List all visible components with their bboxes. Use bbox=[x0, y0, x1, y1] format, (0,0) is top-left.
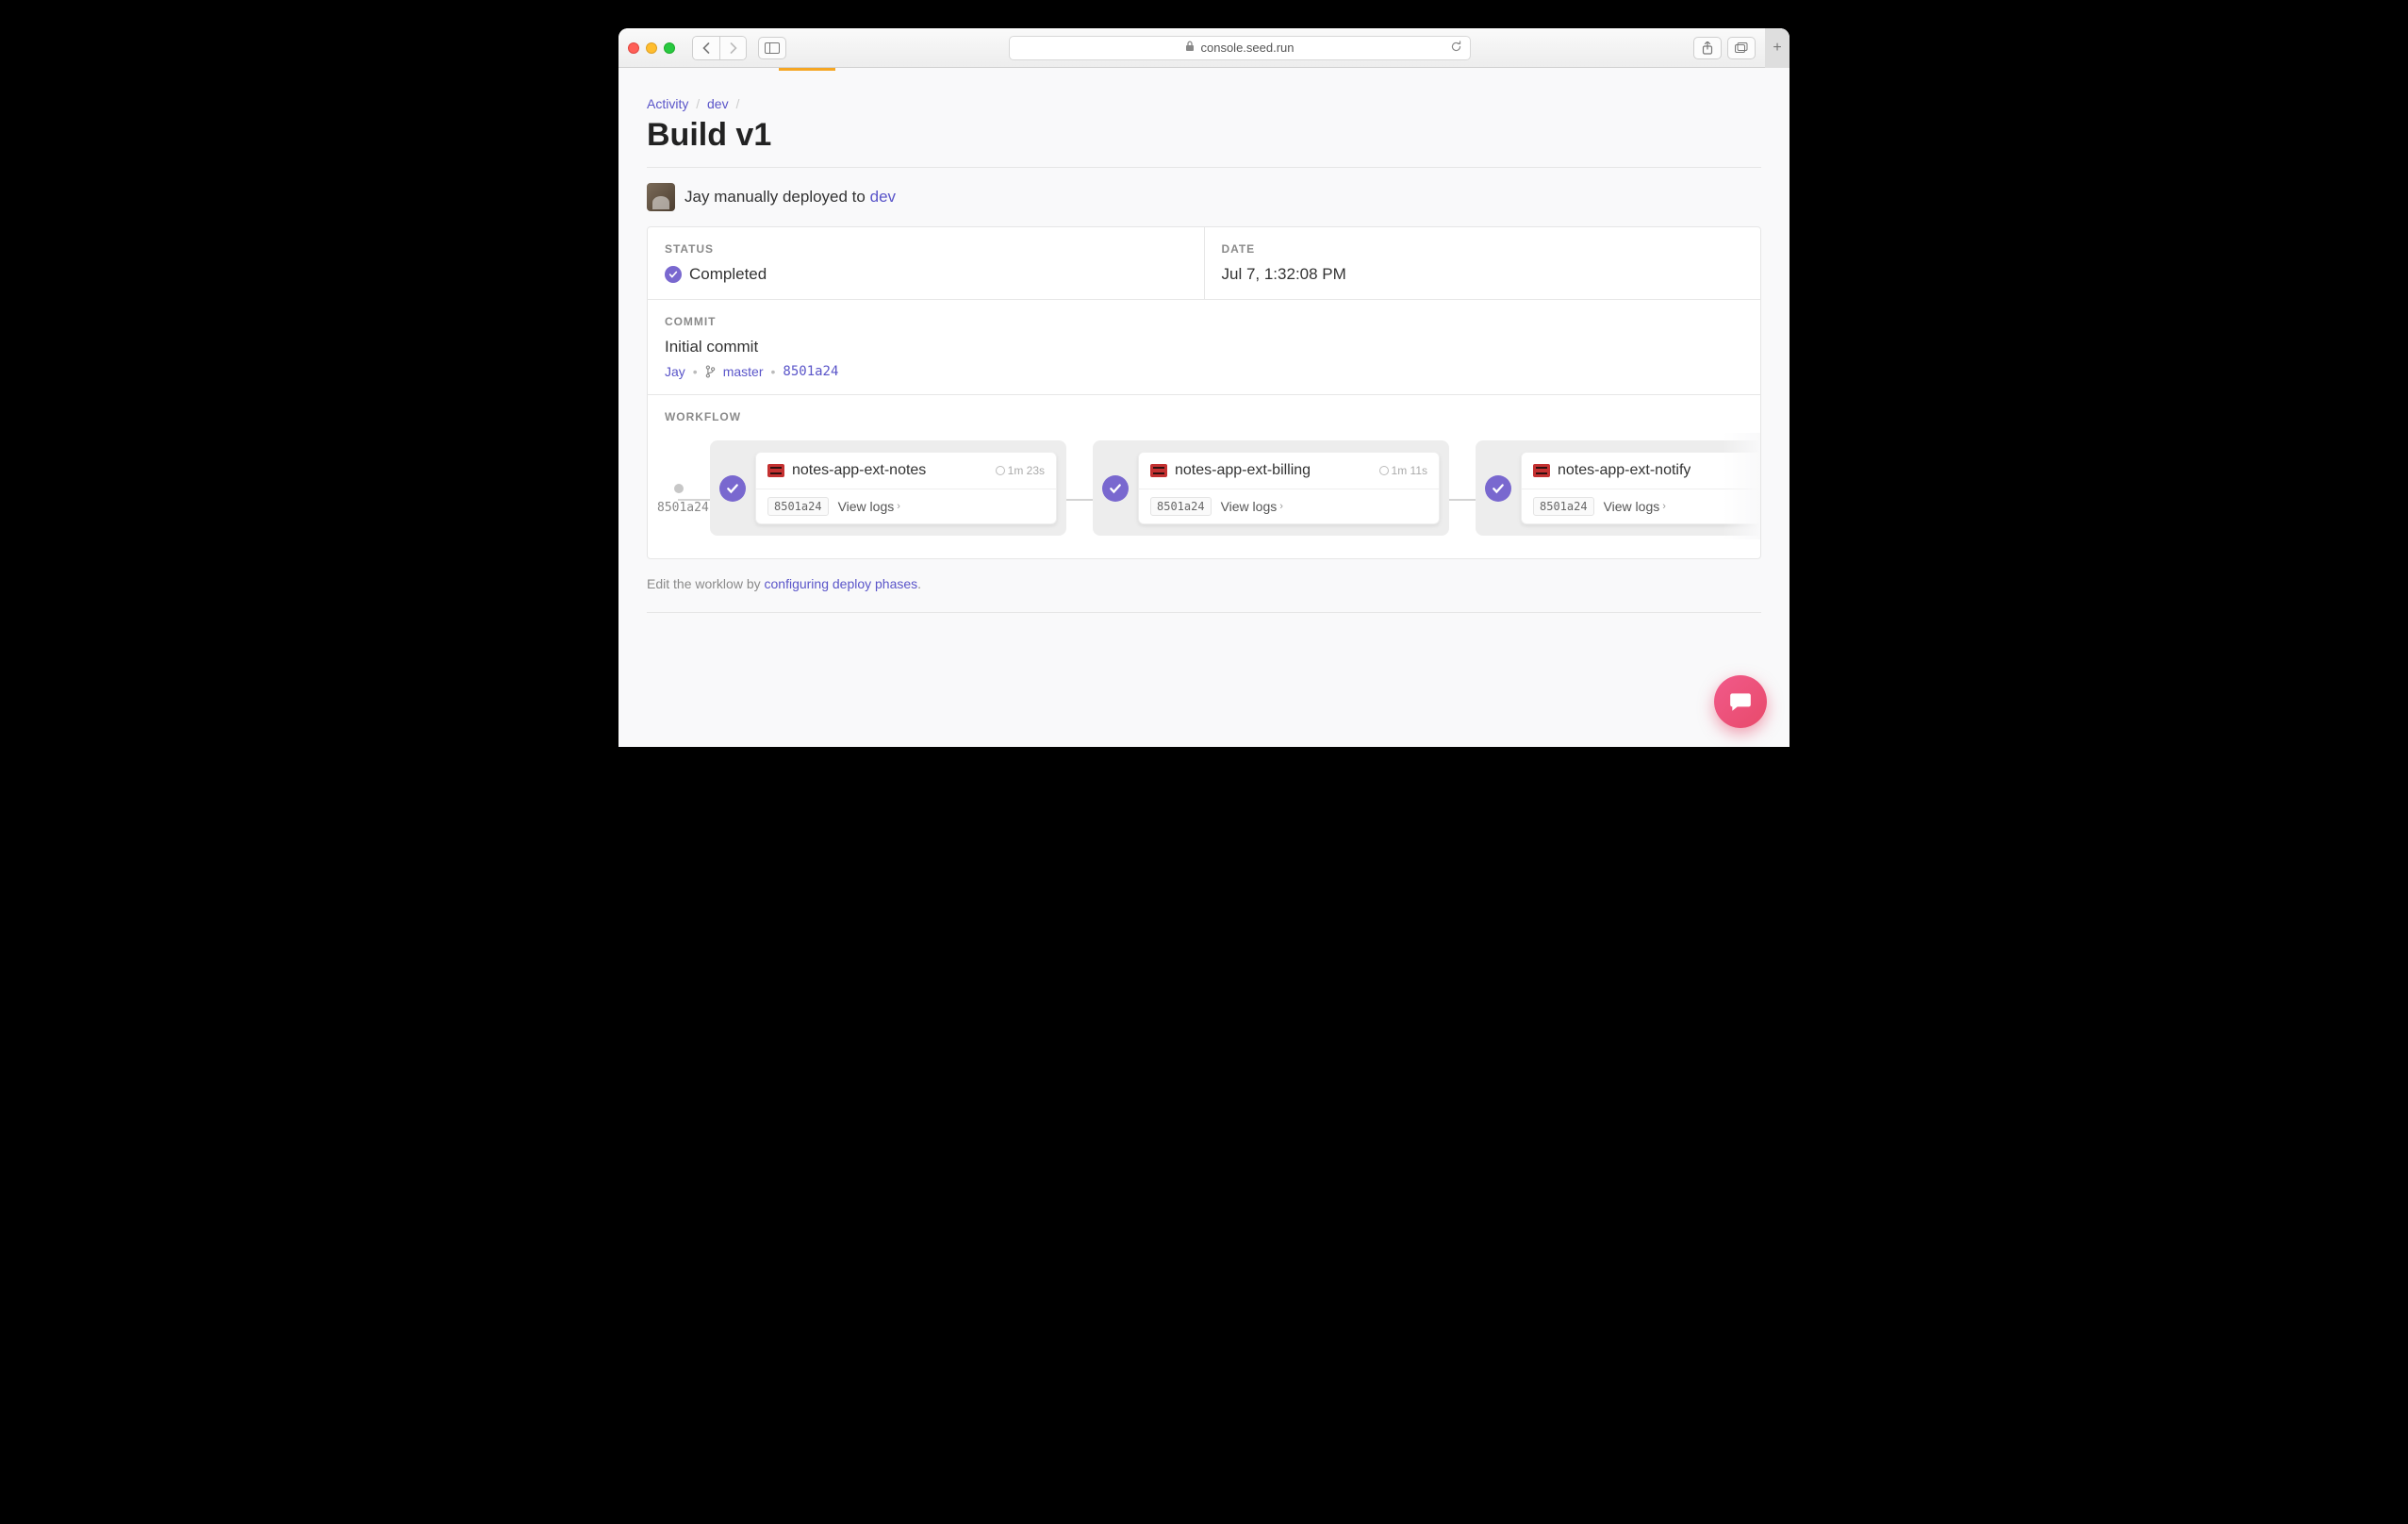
commit-message: Initial commit bbox=[665, 338, 1743, 356]
check-circle-icon bbox=[1485, 475, 1511, 502]
check-circle-icon bbox=[665, 266, 682, 283]
back-button[interactable] bbox=[693, 37, 719, 59]
branch-icon bbox=[705, 365, 716, 378]
commit-section: COMMIT Initial commit Jay • master • 850… bbox=[648, 299, 1760, 394]
configure-phases-link[interactable]: configuring deploy phases bbox=[765, 576, 918, 591]
workflow-card[interactable]: notes-app-ext-notes 1m 23s 8501a24 bbox=[755, 452, 1057, 524]
workflow-hint: Edit the worklow by configuring deploy p… bbox=[647, 576, 1761, 591]
deploy-text: Jay manually deployed to dev bbox=[684, 188, 896, 207]
reload-button[interactable] bbox=[1450, 41, 1462, 56]
status-label: STATUS bbox=[665, 242, 1187, 256]
workflow-start-sha: 8501a24 bbox=[657, 501, 709, 515]
duration: 1m 23s bbox=[996, 464, 1045, 477]
workflow-start-dot bbox=[674, 484, 684, 493]
chevron-right-icon: › bbox=[897, 501, 900, 512]
workflow-step: notes-app-ext-billing 1m 11s 8501a24 bbox=[1093, 440, 1449, 536]
commit-author-link[interactable]: Jay bbox=[665, 364, 685, 379]
url-text: console.seed.run bbox=[1200, 41, 1294, 55]
new-tab-button[interactable]: + bbox=[1765, 28, 1790, 68]
commit-meta: Jay • master • 8501a24 bbox=[665, 364, 1743, 379]
page-title: Build v1 bbox=[647, 117, 1761, 154]
service-name: notes-app-ext-notes bbox=[792, 462, 926, 479]
tabs-button[interactable] bbox=[1727, 37, 1756, 59]
serverless-icon bbox=[1533, 464, 1550, 477]
deploy-target-link[interactable]: dev bbox=[870, 188, 896, 206]
workflow-label: WORKFLOW bbox=[665, 410, 1743, 423]
chevron-right-icon: › bbox=[1279, 501, 1283, 512]
deploy-summary: Jay manually deployed to dev bbox=[647, 183, 1761, 211]
serverless-icon bbox=[1150, 464, 1167, 477]
breadcrumb: Activity / dev / bbox=[647, 96, 1761, 111]
duration: 1m 11s bbox=[1379, 464, 1427, 477]
sha-pill: 8501a24 bbox=[767, 497, 829, 516]
minimize-window-button[interactable] bbox=[646, 42, 657, 54]
forward-button[interactable] bbox=[719, 37, 746, 59]
date-value: Jul 7, 1:32:08 PM bbox=[1222, 265, 1744, 284]
address-bar[interactable]: console.seed.run bbox=[1009, 36, 1471, 60]
avatar bbox=[647, 183, 675, 211]
workflow-start: 8501a24 bbox=[674, 484, 684, 493]
clock-icon bbox=[996, 466, 1005, 475]
date-label: DATE bbox=[1222, 242, 1744, 256]
check-circle-icon bbox=[719, 475, 746, 502]
service-name: notes-app-ext-billing bbox=[1175, 462, 1311, 479]
workflow-track: 8501a24 notes-app-ext-notes bbox=[665, 440, 1743, 536]
status-value: Completed bbox=[689, 265, 767, 284]
clock-icon bbox=[1379, 466, 1389, 475]
view-logs-link[interactable]: View logs› bbox=[838, 499, 900, 514]
date-cell: DATE Jul 7, 1:32:08 PM bbox=[1204, 227, 1761, 299]
browser-toolbar: console.seed.run + bbox=[618, 28, 1790, 68]
workflow-section: WORKFLOW 8501a24 bbox=[648, 394, 1760, 558]
status-cell: STATUS Completed bbox=[648, 227, 1204, 299]
commit-label: COMMIT bbox=[665, 315, 1743, 328]
toolbar-right: + bbox=[1693, 37, 1780, 59]
breadcrumb-activity[interactable]: Activity bbox=[647, 96, 688, 111]
share-button[interactable] bbox=[1693, 37, 1722, 59]
scroll-fade bbox=[1723, 433, 1760, 539]
view-logs-link[interactable]: View logs› bbox=[1221, 499, 1283, 514]
workflow-step: notes-app-ext-notify 1m 10s 8501a24 bbox=[1476, 440, 1760, 536]
chat-button[interactable] bbox=[1714, 675, 1767, 728]
chevron-right-icon: › bbox=[1662, 501, 1666, 512]
divider bbox=[647, 167, 1761, 168]
active-nav-indicator bbox=[779, 68, 835, 71]
browser-window: console.seed.run + Activity / dev / bbox=[618, 28, 1790, 747]
sha-pill: 8501a24 bbox=[1533, 497, 1594, 516]
view-logs-link[interactable]: View logs› bbox=[1604, 499, 1666, 514]
service-name: notes-app-ext-notify bbox=[1558, 462, 1691, 479]
sidebar-toggle-button[interactable] bbox=[758, 37, 786, 59]
divider bbox=[647, 612, 1761, 613]
sha-pill: 8501a24 bbox=[1150, 497, 1212, 516]
workflow-step: notes-app-ext-notes 1m 23s 8501a24 bbox=[710, 440, 1066, 536]
close-window-button[interactable] bbox=[628, 42, 639, 54]
serverless-icon bbox=[767, 464, 784, 477]
build-info-card: STATUS Completed DATE Jul 7, 1:32:08 PM bbox=[647, 226, 1761, 559]
commit-branch-link[interactable]: master bbox=[723, 364, 764, 379]
breadcrumb-stage[interactable]: dev bbox=[707, 96, 729, 111]
lock-icon bbox=[1185, 41, 1195, 55]
window-controls bbox=[628, 42, 675, 54]
workflow-card[interactable]: notes-app-ext-billing 1m 11s 8501a24 bbox=[1138, 452, 1440, 524]
zoom-window-button[interactable] bbox=[664, 42, 675, 54]
nav-buttons bbox=[692, 36, 747, 60]
commit-sha-link[interactable]: 8501a24 bbox=[783, 364, 838, 379]
check-circle-icon bbox=[1102, 475, 1129, 502]
page: Activity / dev / Build v1 Jay manually d… bbox=[618, 68, 1790, 747]
